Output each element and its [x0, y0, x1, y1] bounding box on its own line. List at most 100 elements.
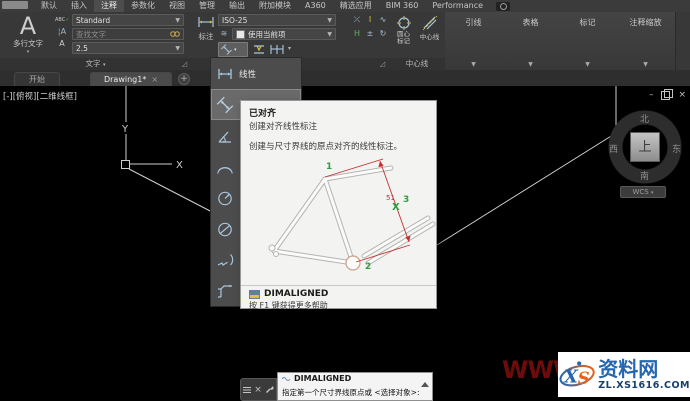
find-text-input[interactable]: 查找文字 — [72, 28, 184, 40]
command-line-toolbar: × — [240, 378, 277, 401]
chevron-down-icon[interactable]: ▾ — [288, 45, 291, 52]
jog-line-icon[interactable]: ∿ — [377, 14, 389, 26]
tab-a360[interactable]: A360 — [298, 0, 333, 12]
tooltip-command-name: DIMALIGNED — [264, 289, 329, 299]
viewcube-west[interactable]: 西 — [609, 142, 618, 155]
chevron-down-icon[interactable]: ▾ — [234, 47, 237, 53]
tooltip-separator — [241, 285, 436, 286]
spell-check-icon[interactable]: ABC✓ — [55, 14, 69, 26]
panel-annotation-scaling[interactable]: 注释缩放 ▼ — [616, 12, 676, 70]
restore-icon[interactable] — [661, 88, 674, 100]
figure-label-3: 3 — [403, 195, 409, 205]
tab-view[interactable]: 视图 — [162, 0, 192, 12]
dialog-launcher-icon[interactable]: ◿ — [379, 61, 386, 68]
center-mark-label: 标记 — [397, 37, 410, 45]
file-tab-drawing1[interactable]: Drawing1* × — [90, 72, 172, 86]
panel-centerline-footer[interactable]: 中心线 — [389, 58, 445, 70]
minimize-icon[interactable]: – — [649, 90, 654, 100]
text-height-value: 2.5 — [76, 43, 88, 53]
new-drawing-button[interactable]: + — [178, 73, 190, 85]
panel-text-label: 文字 — [85, 59, 101, 68]
menu-item-linear[interactable]: 线性 — [211, 58, 301, 89]
wrench-icon[interactable] — [265, 385, 274, 394]
dim-layer-value: 使用当前项 — [248, 29, 286, 39]
ribbon-tab-bar: 默认 插入 注释 参数化 视图 管理 输出 附加模块 A360 精选应用 BIM… — [0, 0, 690, 12]
panel-text-footer[interactable]: 文字 ▾ ◿ — [0, 58, 191, 70]
chevron-down-icon: ▼ — [327, 16, 332, 24]
wcs-dropdown[interactable]: WCS ▾ — [620, 186, 666, 198]
tooltip-description: 创建与尺寸界线的原点对齐的线性标注。 — [249, 142, 403, 152]
drawing-tab-label: Drawing1* — [103, 75, 147, 84]
viewcube-east[interactable]: 东 — [672, 142, 681, 155]
text-height-icon[interactable]: A — [55, 38, 69, 50]
chevron-down-icon: ▾ — [26, 49, 30, 55]
ribbon-options-icon[interactable] — [496, 1, 511, 11]
diameter-dimension-icon — [211, 219, 239, 239]
text-align-icon[interactable]: ¦A — [55, 26, 69, 38]
panel-table[interactable]: 表格 ▼ — [502, 12, 560, 70]
quick-access-toolbar[interactable] — [2, 1, 28, 9]
tab-manage[interactable]: 管理 — [192, 0, 222, 12]
command-prompt[interactable]: 指定第一个尺寸界线原点或 <选择对象>: — [282, 387, 419, 398]
continue-dimension-icon[interactable] — [269, 43, 285, 56]
command-line-window[interactable]: DIMALIGNED 指定第一个尺寸界线原点或 <选择对象>: — [277, 372, 433, 401]
dimension-button[interactable]: 标注 — [193, 15, 219, 42]
dim-layer-icon: ≋ — [220, 29, 228, 38]
panel-annotation-scaling-label: 注释缩放 — [629, 18, 662, 27]
tolerance-icon[interactable]: ± — [364, 28, 376, 40]
close-icon[interactable]: × — [678, 90, 686, 100]
adjust-spacing-icon[interactable]: Ι — [364, 14, 376, 26]
tab-insert[interactable]: 插入 — [64, 0, 94, 12]
chevron-down-icon: ▼ — [175, 16, 180, 24]
chevron-down-icon: ▼ — [175, 44, 180, 52]
center-mark-button[interactable]: 圆心 标记 — [391, 15, 416, 45]
panel-centerline: 圆心 标记 中心线 中心线 — [389, 12, 446, 70]
tab-parametric[interactable]: 参数化 — [124, 0, 162, 12]
tab-addins[interactable]: 附加模块 — [252, 0, 298, 12]
close-icon[interactable]: × — [254, 385, 262, 395]
chevron-down-icon: ▼ — [327, 30, 332, 38]
tab-default[interactable]: 默认 — [34, 0, 64, 12]
dim-style-select[interactable]: ISO-25 ▼ — [218, 14, 336, 26]
dimension-split-button[interactable]: ▾ — [218, 42, 248, 57]
panel-leader-label: 引线 — [465, 18, 482, 27]
viewcube[interactable]: 北 南 西 东 上 — [607, 109, 683, 185]
panel-leader[interactable]: 引线 ▼ — [445, 12, 503, 70]
radius-dimension-icon — [211, 188, 239, 208]
expand-history-icon[interactable] — [421, 382, 429, 387]
binoculars-icon — [170, 31, 180, 37]
text-tools-column: ABC✓ ¦A A — [55, 14, 69, 50]
centerline-icon — [422, 15, 437, 31]
dimension-icon — [198, 17, 214, 27]
text-style-value: Standard — [76, 15, 111, 25]
mtext-button[interactable]: A 多行文字 ▾ — [4, 14, 52, 55]
tab-performance[interactable]: Performance — [425, 0, 490, 12]
menu-item-linear-label: 线性 — [239, 69, 257, 80]
centerline-button[interactable]: 中心线 — [417, 15, 442, 41]
panel-markup[interactable]: 标记 ▼ — [559, 12, 617, 70]
close-icon[interactable]: × — [151, 75, 158, 84]
active-command-name: DIMALIGNED — [294, 374, 352, 383]
text-height-select[interactable]: 2.5 ▼ — [72, 42, 184, 54]
file-tab-bar: 开始 Drawing1* × + — [0, 70, 690, 86]
dimension-value: 51 — [386, 194, 395, 202]
tab-annotate[interactable]: 注释 — [94, 0, 124, 12]
watermark-site-url: ZL.XS1616.COM — [598, 380, 690, 391]
viewcube-south[interactable]: 南 — [640, 169, 649, 182]
file-tab-start[interactable]: 开始 — [14, 72, 60, 86]
text-style-select[interactable]: Standard ▼ — [72, 14, 184, 26]
dim-layer-select[interactable]: 使用当前项 ▼ — [232, 28, 336, 40]
update-dimension-icon[interactable]: ↻ — [377, 28, 389, 40]
inspect-icon[interactable]: Η — [351, 28, 363, 40]
tab-output[interactable]: 输出 — [222, 0, 252, 12]
viewcube-top-face[interactable]: 上 — [630, 132, 660, 162]
break-dimension-icon[interactable]: ⤫ — [351, 14, 363, 26]
quick-dimension-icon[interactable] — [252, 43, 266, 56]
tab-bim360[interactable]: BIM 360 — [379, 0, 426, 12]
start-tab-label: 开始 — [29, 75, 45, 84]
chevron-down-icon: ▼ — [643, 61, 648, 68]
viewcube-north[interactable]: 北 — [640, 112, 649, 125]
customize-icon[interactable] — [242, 386, 251, 394]
tab-featured-apps[interactable]: 精选应用 — [333, 0, 379, 12]
dialog-launcher-icon[interactable]: ◿ — [181, 61, 188, 68]
